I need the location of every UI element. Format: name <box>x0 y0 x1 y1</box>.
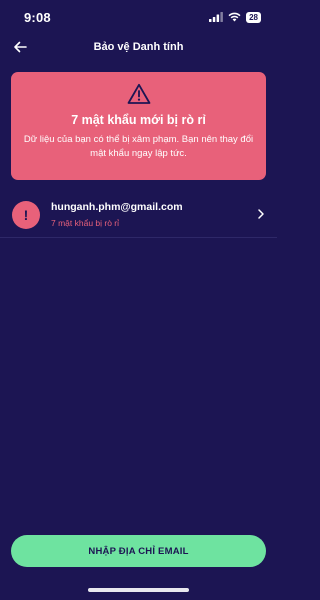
status-time: 9:08 <box>24 9 51 25</box>
cellular-icon <box>209 12 223 22</box>
battery-icon: 28 <box>246 11 261 23</box>
status-bar: 9:08 28 <box>0 0 277 34</box>
account-leak-count: 7 mật khẩu bị rò rỉ <box>51 218 120 228</box>
page-title: Bảo vệ Danh tính <box>93 41 184 53</box>
leak-alert-card: 7 mật khẩu mới bị rò rỉ Dữ liệu của bạn … <box>11 72 266 180</box>
account-text: hunganh.phm@gmail.com 7 mật khẩu bị rò r… <box>51 201 183 228</box>
alert-title: 7 mật khẩu mới bị rò rỉ <box>71 113 206 127</box>
status-icons: 28 <box>209 11 261 23</box>
header: Bảo vệ Danh tính <box>0 34 277 60</box>
arrow-left-icon <box>14 41 27 53</box>
enter-email-button[interactable]: NHẬP ĐỊA CHỈ EMAIL <box>11 535 266 567</box>
enter-email-label: NHẬP ĐỊA CHỈ EMAIL <box>88 545 189 557</box>
wifi-icon <box>228 12 241 22</box>
chevron-right-icon <box>258 209 264 219</box>
warning-triangle-icon <box>127 83 150 104</box>
home-indicator <box>88 588 189 592</box>
account-email: hunganh.phm@gmail.com <box>51 201 183 213</box>
back-button[interactable] <box>10 37 30 57</box>
alert-badge: ! <box>12 201 40 229</box>
alert-description: Dữ liệu của bạn có thể bị xâm phạm. Bạn … <box>23 134 254 159</box>
account-list-item[interactable]: ! hunganh.phm@gmail.com 7 mật khẩu bị rò… <box>0 196 277 238</box>
